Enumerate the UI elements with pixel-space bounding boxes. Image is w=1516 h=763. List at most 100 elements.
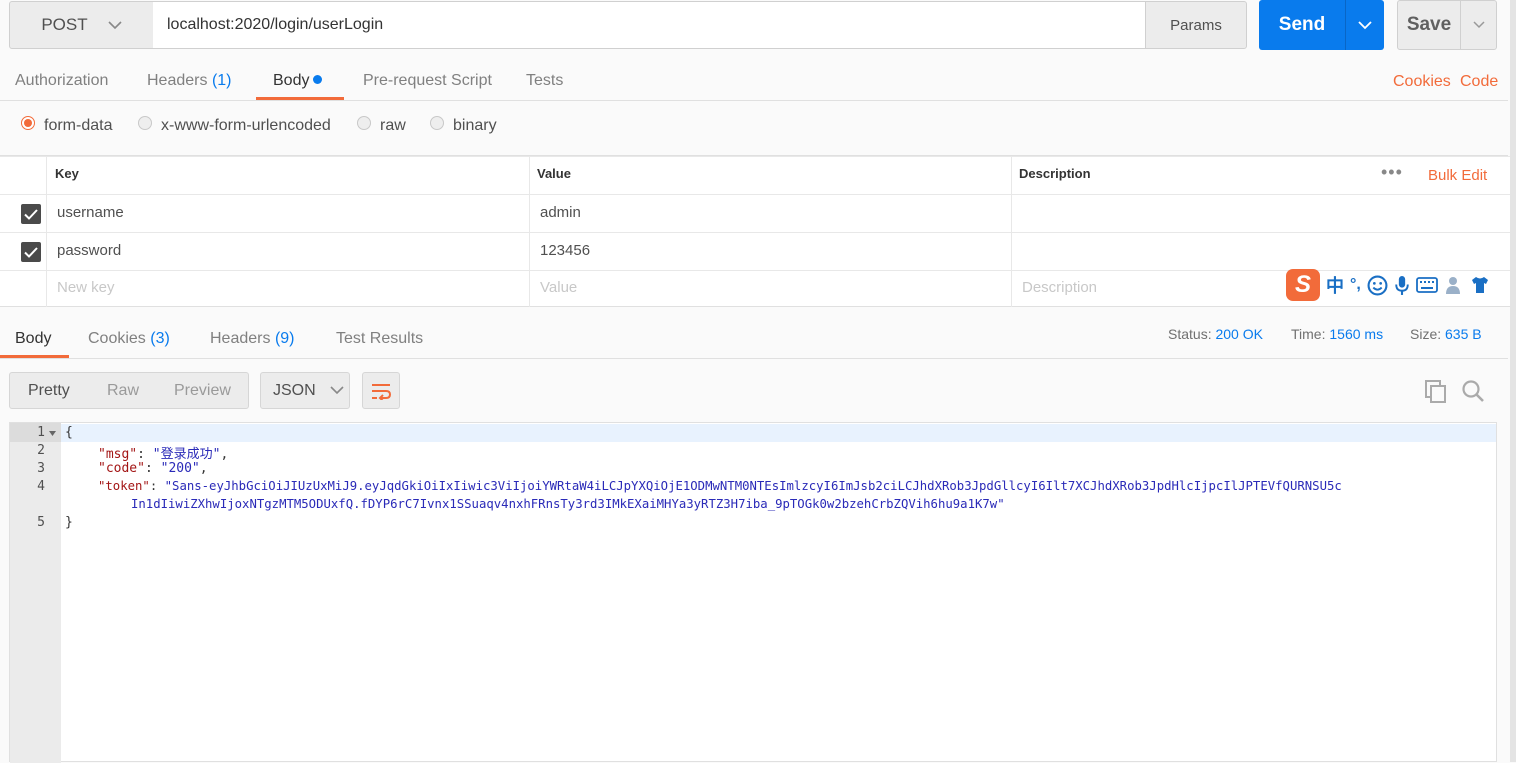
radio-raw[interactable]: raw bbox=[357, 116, 406, 135]
tab-prerequest-script[interactable]: Pre-request Script bbox=[363, 72, 492, 90]
form-data-table: Key Value Description ••• Bulk Edit user… bbox=[0, 156, 1510, 307]
radio-binary-label: binary bbox=[453, 117, 497, 134]
active-tab-indicator bbox=[0, 355, 69, 358]
response-tab-cookies[interactable]: Cookies (3) bbox=[88, 330, 170, 348]
active-line-highlight bbox=[61, 424, 1496, 442]
size-readout: Size: 635 B bbox=[1410, 326, 1482, 342]
ime-toolbar: S 中 °, bbox=[1286, 268, 1516, 302]
radio-binary[interactable]: binary bbox=[430, 116, 497, 135]
json-line-code: "code": "200", bbox=[98, 461, 208, 476]
time-label: Time: bbox=[1291, 326, 1326, 342]
json-string-value: "登录成功" bbox=[152, 447, 221, 462]
url-input[interactable]: localhost:2020/login/userLogin bbox=[153, 1, 1146, 49]
size-value: 635 B bbox=[1445, 326, 1482, 342]
ime-punctuation-toggle[interactable]: °, bbox=[1350, 276, 1361, 294]
send-label: Send bbox=[1278, 14, 1326, 35]
method-label: POST bbox=[41, 15, 88, 34]
json-line-msg: "msg": "登录成功", bbox=[98, 447, 229, 462]
save-label: Save bbox=[1406, 14, 1452, 35]
shirt-icon[interactable] bbox=[1470, 275, 1490, 295]
sogou-logo-icon[interactable]: S bbox=[1286, 269, 1320, 301]
headers-count: (1) bbox=[211, 72, 232, 89]
response-body-editor[interactable]: 1 2 3 4 5 { "msg": "登录成功", "code": "200"… bbox=[9, 422, 1497, 763]
json-string-value: "200" bbox=[160, 461, 200, 476]
fold-arrow-icon[interactable] bbox=[49, 431, 56, 436]
chevron-down-icon bbox=[1472, 21, 1485, 29]
status-value: 200 OK bbox=[1215, 326, 1263, 342]
row-key-cell[interactable]: username bbox=[57, 204, 124, 221]
new-description-input[interactable]: Description bbox=[1022, 279, 1097, 296]
response-tab-test-results[interactable]: Test Results bbox=[336, 330, 423, 348]
tab-headers[interactable]: Headers (1) bbox=[147, 72, 232, 90]
send-button[interactable]: Send bbox=[1259, 0, 1384, 50]
radio-form-data[interactable]: form-data bbox=[21, 116, 113, 135]
line-number: 3 bbox=[37, 461, 45, 476]
radio-form-data-label: form-data bbox=[44, 117, 113, 134]
row-value-cell[interactable]: 123456 bbox=[540, 242, 590, 259]
tab-body[interactable]: Body bbox=[273, 72, 323, 90]
json-string-value: "Sans-eyJhbGciOiJIUzUxMiJ9.eyJqdGkiOiIxI… bbox=[164, 479, 1342, 493]
line-number: 2 bbox=[37, 443, 45, 458]
cookies-link[interactable]: Cookies bbox=[1393, 73, 1451, 91]
url-text: localhost:2020/login/userLogin bbox=[167, 16, 384, 33]
row-value-cell[interactable]: admin bbox=[540, 204, 581, 221]
save-button[interactable]: Save bbox=[1397, 0, 1497, 50]
tab-tests[interactable]: Tests bbox=[526, 72, 563, 90]
checkmark-icon bbox=[24, 246, 38, 258]
ime-mode-toggle[interactable]: 中 bbox=[1326, 272, 1344, 298]
row-divider bbox=[0, 194, 1510, 195]
view-preview-button[interactable]: Preview bbox=[174, 382, 231, 400]
wrap-lines-button[interactable] bbox=[362, 372, 400, 409]
chevron-down-icon bbox=[108, 20, 122, 29]
keyboard-icon[interactable] bbox=[1415, 277, 1438, 293]
modified-dot-icon bbox=[313, 75, 323, 84]
window-scrollbar[interactable] bbox=[1510, 0, 1516, 762]
new-key-input[interactable]: New key bbox=[57, 279, 115, 296]
code-link[interactable]: Code bbox=[1460, 73, 1498, 91]
json-key: "code" bbox=[98, 461, 145, 476]
params-label: Params bbox=[1170, 16, 1222, 34]
cookies-count: (3) bbox=[150, 330, 170, 347]
chevron-down-icon bbox=[1358, 20, 1372, 29]
method-dropdown[interactable]: POST bbox=[9, 1, 154, 49]
response-tab-headers[interactable]: Headers (9) bbox=[210, 330, 295, 348]
radio-urlencoded[interactable]: x-www-form-urlencoded bbox=[138, 116, 331, 135]
format-dropdown[interactable]: JSON bbox=[260, 372, 350, 409]
radio-raw-label: raw bbox=[380, 117, 406, 134]
response-tab-body[interactable]: Body bbox=[15, 330, 51, 348]
tab-authorization[interactable]: Authorization bbox=[15, 72, 108, 90]
bulk-edit-link[interactable]: Bulk Edit bbox=[1428, 167, 1487, 184]
emoji-icon[interactable] bbox=[1367, 275, 1388, 296]
row-checkbox[interactable] bbox=[21, 204, 41, 224]
row-key-cell[interactable]: password bbox=[57, 242, 121, 259]
json-string-value-continued: In1dIiwiZXhwIjoxNTgzMTM5ODUxfQ.fDYP6rC7I… bbox=[131, 497, 1005, 511]
checkmark-icon bbox=[24, 208, 38, 220]
view-pretty-button[interactable]: Pretty bbox=[28, 382, 70, 400]
row-checkbox[interactable] bbox=[21, 242, 41, 262]
line-number: 1 bbox=[37, 425, 45, 440]
copy-icon[interactable] bbox=[1424, 379, 1448, 403]
radio-unselected-icon bbox=[430, 116, 444, 130]
microphone-icon[interactable] bbox=[1394, 275, 1410, 296]
more-options-icon[interactable]: ••• bbox=[1381, 162, 1403, 183]
user-icon[interactable] bbox=[1444, 275, 1464, 295]
params-button[interactable]: Params bbox=[1145, 1, 1247, 49]
json-open-brace: { bbox=[65, 425, 73, 440]
format-label: JSON bbox=[273, 381, 316, 399]
search-icon[interactable] bbox=[1461, 379, 1485, 403]
radio-unselected-icon bbox=[357, 116, 371, 130]
new-value-input[interactable]: Value bbox=[540, 279, 577, 296]
row-divider bbox=[0, 232, 1510, 233]
save-options-dropdown[interactable] bbox=[1461, 21, 1496, 29]
json-key: "msg" bbox=[98, 447, 138, 462]
view-mode-group: Pretty Raw Preview bbox=[9, 372, 249, 409]
row-divider bbox=[0, 270, 1510, 271]
column-divider bbox=[529, 156, 530, 307]
time-readout: Time: 1560 ms bbox=[1291, 326, 1383, 342]
chevron-down-icon bbox=[330, 386, 344, 395]
send-options-dropdown[interactable] bbox=[1346, 20, 1384, 30]
json-key: "token" bbox=[98, 479, 150, 493]
body-type-selector: form-data x-www-form-urlencoded raw bina… bbox=[0, 101, 1508, 156]
radio-selected-icon bbox=[21, 116, 35, 130]
view-raw-button[interactable]: Raw bbox=[107, 382, 139, 400]
